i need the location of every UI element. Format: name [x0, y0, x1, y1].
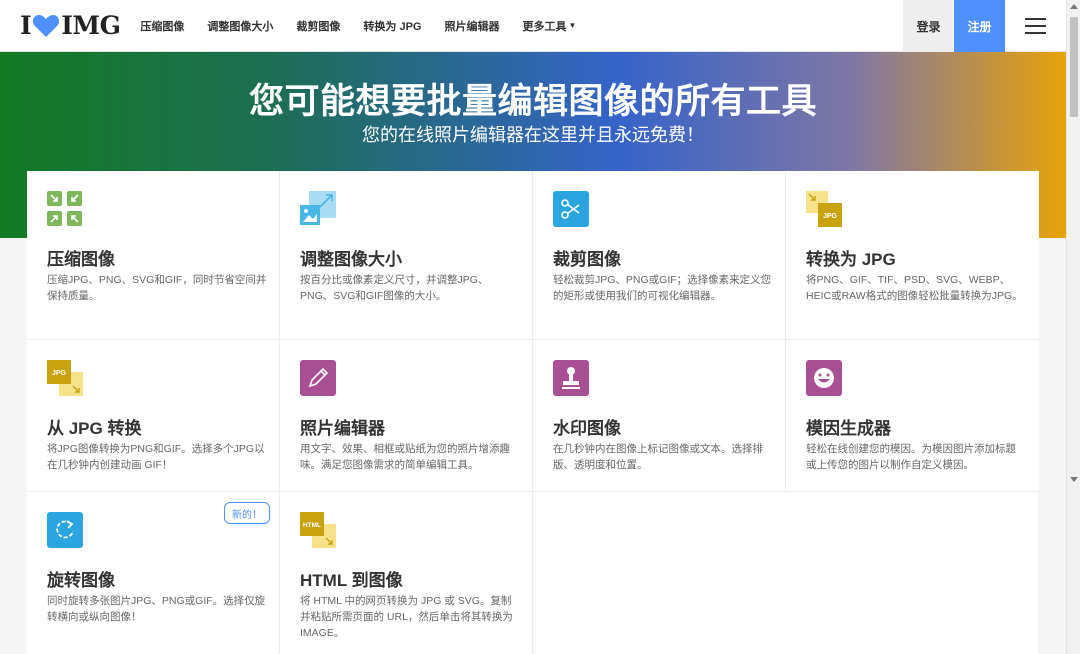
tool-card-watermark[interactable]: 水印图像 在几秒钟内在图像上标记图像或文本。选择排版、透明度和位置。 [533, 340, 786, 492]
nav-convert-to-jpg[interactable]: 转换为 JPG [363, 18, 421, 34]
main-nav: 压缩图像 调整图像大小 裁剪图像 转换为 JPG 照片编辑器 更多工具 ▼ [140, 18, 599, 34]
logo-letter: I [20, 11, 32, 40]
scroll-down-arrow-icon[interactable] [1070, 477, 1078, 482]
tool-title: 压缩图像 [47, 250, 115, 269]
tool-card-crop[interactable]: 裁剪图像 轻松裁剪JPG、PNG或GIF；选择像素来定义您的矩形或使用我们的可视… [533, 171, 786, 340]
tool-title: 水印图像 [553, 419, 621, 438]
svg-text:JPG: JPG [823, 213, 838, 220]
convert-to-jpg-icon: JPG [806, 191, 842, 227]
nav-resize[interactable]: 调整图像大小 [207, 18, 273, 34]
logo-text: IMG [61, 11, 121, 40]
stamp-icon [553, 360, 589, 396]
tool-description: 同时旋转多张图片JPG、PNG或GIF。选择仅旋转横向或纵向图像！ [47, 595, 266, 623]
hero-title: 您可能想要批量编辑图像的所有工具 [248, 82, 817, 121]
svg-text:HTML: HTML [303, 522, 321, 529]
login-button[interactable]: 登录 [903, 0, 954, 52]
nav-crop[interactable]: 裁剪图像 [296, 18, 340, 34]
tool-description: 压缩JPG、PNG、SVG和GIF，同时节省空间并保持质量。 [47, 274, 267, 302]
tool-card-resize[interactable]: 调整图像大小 按百分比或像素定义尺寸，并调整JPG、PNG、SVG和GIF图像的… [280, 171, 533, 340]
nav-more-tools[interactable]: 更多工具 ▼ [523, 18, 577, 34]
top-navbar: I IMG 压缩图像 调整图像大小 裁剪图像 转换为 JPG 照片编辑器 更多工… [0, 0, 1066, 52]
tools-grid: 压缩图像 压缩JPG、PNG、SVG和GIF，同时节省空间并保持质量。 调整图像… [27, 171, 1039, 654]
tool-description: 用文字、效果、相框或贴纸为您的照片增添趣味。满足您图像需求的简单编辑工具。 [300, 443, 510, 471]
scissors-icon [553, 191, 589, 227]
rotate-icon [47, 512, 83, 548]
tool-description: 将 HTML 中的网页转换为 JPG 或 SVG。复制并粘贴所需页面的 URL，… [300, 595, 513, 639]
nav-more-tools-label: 更多工具 [522, 20, 567, 33]
tool-description: 在几秒钟内在图像上标记图像或文本。选择排版、透明度和位置。 [553, 443, 763, 471]
compress-icon [47, 191, 83, 227]
scrollbar-thumb[interactable] [1070, 17, 1078, 117]
tool-title: 模因生成器 [806, 419, 891, 438]
tool-title: 裁剪图像 [553, 250, 621, 269]
html-icon: HTML [300, 512, 336, 548]
new-badge: 新的！ [224, 502, 270, 524]
heart-icon [32, 13, 60, 39]
scroll-up-arrow-icon[interactable] [1070, 4, 1078, 9]
tool-description: 将JPG图像转换为PNG和GIF。选择多个JPG以在几秒钟内创建动画 GIF！ [47, 443, 265, 471]
tool-title: 从 JPG 转换 [47, 419, 142, 438]
tool-card-html-to-image[interactable]: HTML HTML 到图像 将 HTML 中的网页转换为 JPG 或 SVG。复… [280, 492, 533, 654]
hero-subtitle: 您的在线照片编辑器在这里并且永远免费！ [362, 125, 704, 145]
tool-description: 将PNG、GIF、TIF、PSD、SVG、WEBP、HEIC或RAW格式的图像轻… [806, 274, 1023, 302]
pencil-icon [300, 360, 336, 396]
header-actions: 登录 注册 [903, 0, 1066, 52]
tool-card-convert-from-jpg[interactable]: JPG 从 JPG 转换 将JPG图像转换为PNG和GIF。选择多个JPG以在几… [27, 340, 280, 492]
tool-description: 轻松在线创建您的模因。为模因图片添加标题或上传您的图片以制作自定义模因。 [806, 443, 1016, 471]
register-button[interactable]: 注册 [954, 0, 1005, 52]
resize-icon [300, 191, 336, 227]
tool-card-convert-to-jpg[interactable]: JPG 转换为 JPG 将PNG、GIF、TIF、PSD、SVG、WEBP、HE… [786, 171, 1039, 340]
tool-title: 调整图像大小 [300, 250, 402, 269]
page-scrollbar[interactable] [1066, 0, 1080, 654]
tool-title: 旋转图像 [47, 571, 115, 590]
tool-card-meme-generator[interactable]: 模因生成器 轻松在线创建您的模因。为模因图片添加标题或上传您的图片以制作自定义模… [786, 340, 1039, 492]
tool-card-photo-editor[interactable]: 照片编辑器 用文字、效果、相框或贴纸为您的照片增添趣味。满足您图像需求的简单编辑… [280, 340, 533, 492]
tool-title: 照片编辑器 [300, 419, 385, 438]
tool-card-compress[interactable]: 压缩图像 压缩JPG、PNG、SVG和GIF，同时节省空间并保持质量。 [27, 171, 280, 340]
caret-down-icon: ▼ [568, 21, 577, 30]
nav-compress[interactable]: 压缩图像 [140, 18, 184, 34]
tool-title: 转换为 JPG [806, 250, 896, 269]
svg-text:JPG: JPG [52, 370, 67, 377]
logo[interactable]: I IMG [20, 11, 121, 40]
hamburger-menu-icon[interactable] [1005, 0, 1066, 52]
tool-description: 按百分比或像素定义尺寸，并调整JPG、PNG、SVG和GIF图像的大小。 [300, 274, 489, 302]
tool-description: 轻松裁剪JPG、PNG或GIF；选择像素来定义您的矩形或使用我们的可视化编辑器。 [553, 274, 772, 302]
tool-title: HTML 到图像 [300, 571, 403, 590]
nav-photo-editor[interactable]: 照片编辑器 [445, 18, 500, 34]
convert-from-jpg-icon: JPG [47, 360, 83, 396]
smiley-icon [806, 360, 842, 396]
